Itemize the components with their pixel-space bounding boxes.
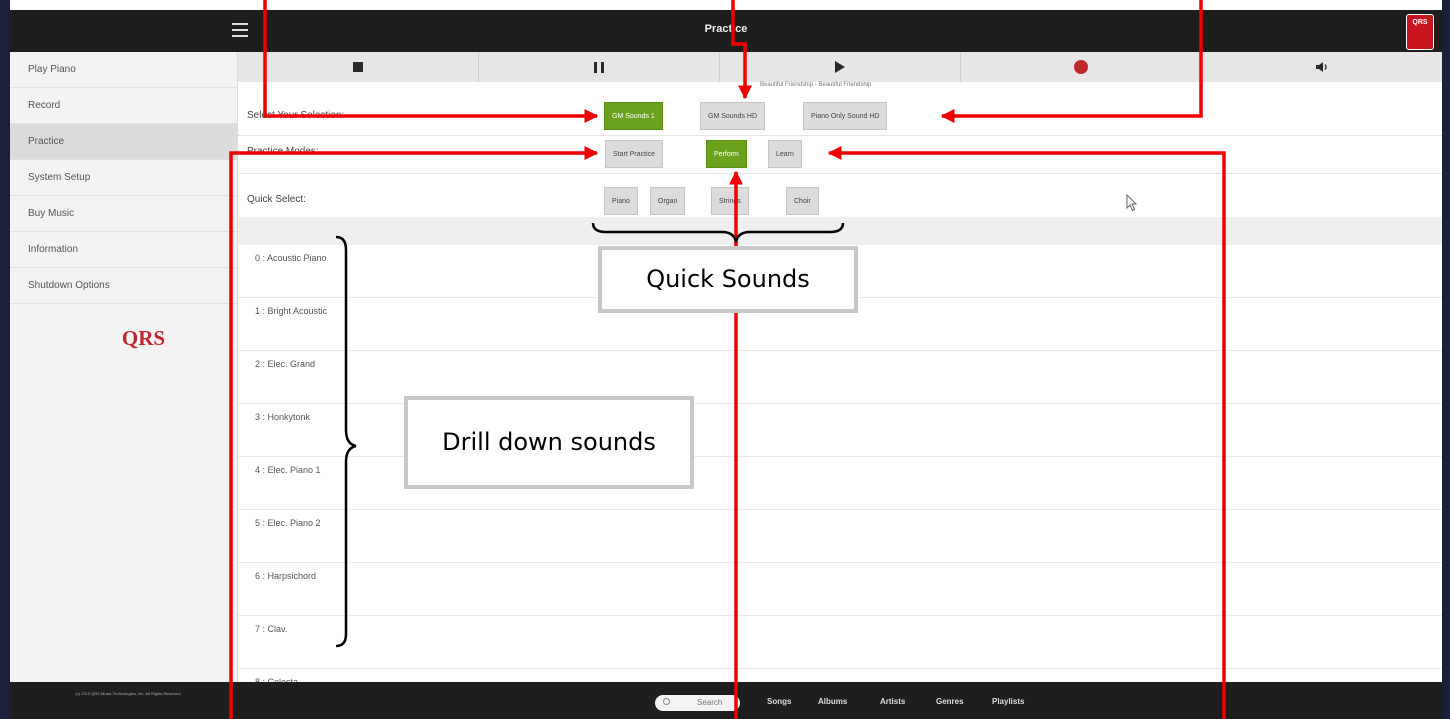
annotation-line-learn [827,146,1226,719]
annotation-line-piano-only-hd [940,0,1203,123]
annotation-quick-sounds: Quick Sounds [598,246,858,313]
quick-sounds-brace [591,222,845,243]
drill-down-brace [335,235,357,648]
annotation-drill-down-sounds: Drill down sounds [404,396,694,489]
annotation-line-gm-sounds-1 [263,0,599,123]
annotation-overlay [229,0,1226,719]
annotation-line-gm-sounds-hd [731,0,752,100]
